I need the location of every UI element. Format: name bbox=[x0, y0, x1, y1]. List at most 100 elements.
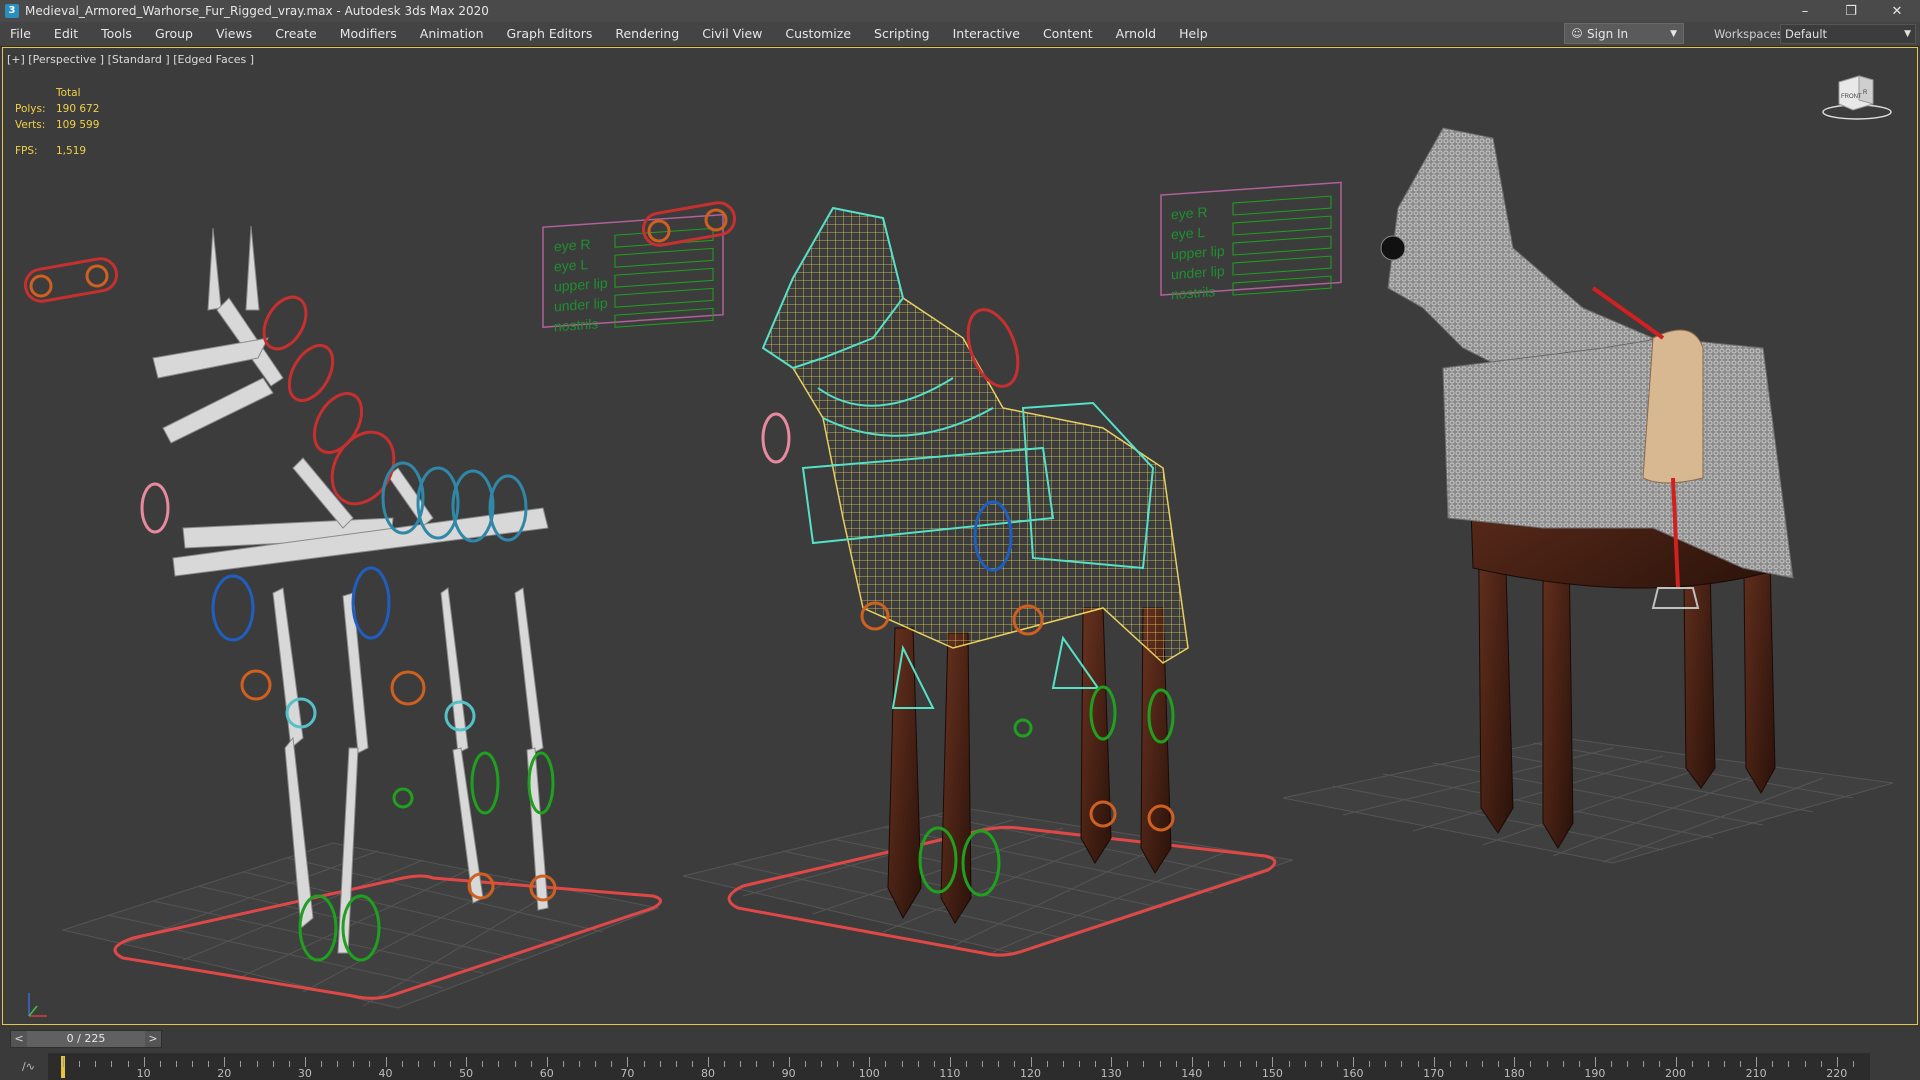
track-label: 90 bbox=[781, 1067, 796, 1080]
face-label-nostrils: nostrils bbox=[554, 315, 598, 334]
time-slider[interactable]: < 0 / 225 > bbox=[10, 1030, 162, 1048]
prev-frame-button[interactable]: < bbox=[11, 1031, 27, 1047]
track-tick bbox=[321, 1061, 322, 1067]
track-label: 20 bbox=[217, 1067, 232, 1080]
track-tick bbox=[1272, 1057, 1274, 1067]
menu-interactive[interactable]: Interactive bbox=[943, 22, 1033, 46]
track-tick bbox=[1530, 1061, 1532, 1067]
track-tick bbox=[1401, 1061, 1403, 1067]
track-tick bbox=[272, 1061, 274, 1067]
menu-help[interactable]: Help bbox=[1169, 22, 1221, 46]
face-panel-left[interactable]: eye R eye L upper lip under lip nostrils bbox=[542, 213, 724, 335]
track-tick bbox=[627, 1057, 629, 1067]
track-tick bbox=[1127, 1061, 1129, 1067]
restore-button[interactable]: ❐ bbox=[1828, 0, 1874, 22]
track-tick bbox=[643, 1061, 645, 1067]
track-tick bbox=[740, 1061, 742, 1067]
viewcube-right-label: R bbox=[1863, 90, 1868, 96]
track-tick bbox=[1385, 1061, 1387, 1067]
menu-scripting[interactable]: Scripting bbox=[864, 22, 943, 46]
track-tick bbox=[1175, 1061, 1177, 1067]
track-tick bbox=[143, 1057, 145, 1067]
track-label: 40 bbox=[378, 1067, 393, 1080]
next-frame-button[interactable]: > bbox=[145, 1031, 161, 1047]
window-controls: – ❐ ✕ bbox=[1782, 0, 1920, 22]
track-label: 10 bbox=[136, 1067, 151, 1080]
track-tick bbox=[1675, 1057, 1677, 1067]
track-tick bbox=[1336, 1061, 1338, 1067]
horse-skeleton-rig[interactable] bbox=[140, 225, 557, 962]
ground-grid-right bbox=[1282, 737, 1894, 864]
track-tick bbox=[788, 1057, 790, 1067]
track-tick bbox=[869, 1057, 871, 1067]
eye-control-left[interactable] bbox=[23, 256, 119, 303]
track-tick bbox=[820, 1061, 822, 1067]
sign-in-button[interactable]: ☺ Sign In ▼ bbox=[1564, 23, 1684, 44]
track-tick bbox=[256, 1061, 258, 1067]
track-tick bbox=[611, 1061, 613, 1067]
track-label: 190 bbox=[1584, 1067, 1606, 1080]
horse-rendered-model[interactable] bbox=[1380, 127, 1794, 849]
track-label: 50 bbox=[459, 1067, 474, 1080]
menu-views[interactable]: Views bbox=[206, 22, 265, 46]
track-tick bbox=[1288, 1061, 1290, 1067]
track-tick bbox=[1304, 1061, 1306, 1067]
track-label: 70 bbox=[620, 1067, 635, 1080]
track-tick bbox=[288, 1061, 290, 1067]
menu-tools[interactable]: Tools bbox=[91, 22, 145, 46]
track-tick bbox=[1578, 1061, 1580, 1067]
face-label-upper-lip: upper lip bbox=[1171, 243, 1225, 263]
menu-animation[interactable]: Animation bbox=[410, 22, 497, 46]
track-tick bbox=[498, 1061, 500, 1067]
track-tick bbox=[1433, 1057, 1435, 1067]
track-tick bbox=[804, 1061, 806, 1067]
track-tick bbox=[933, 1061, 935, 1067]
track-tick bbox=[546, 1057, 548, 1067]
track-tick bbox=[1498, 1061, 1500, 1067]
workspaces-dropdown[interactable]: Default ▼ bbox=[1780, 24, 1916, 44]
face-panel-right[interactable]: eye R eye L upper lip under lip nostrils bbox=[1160, 181, 1342, 302]
track-tick bbox=[1804, 1061, 1806, 1067]
face-label-upper-lip: upper lip bbox=[554, 275, 608, 295]
menu-modifiers[interactable]: Modifiers bbox=[330, 22, 410, 46]
menu-group[interactable]: Group bbox=[145, 22, 206, 46]
track-tick bbox=[1836, 1057, 1838, 1067]
viewcube-front-label: FRONT bbox=[1841, 94, 1862, 100]
chevron-down-icon: ▼ bbox=[1904, 29, 1911, 39]
menu-create[interactable]: Create bbox=[265, 22, 330, 46]
track-tick bbox=[240, 1061, 242, 1067]
track-tick bbox=[450, 1061, 451, 1067]
track-tick bbox=[1159, 1061, 1161, 1067]
time-slider-thumb[interactable]: 0 / 225 bbox=[27, 1031, 145, 1047]
menu-edit[interactable]: Edit bbox=[44, 22, 91, 46]
ground-grid-left bbox=[61, 842, 660, 1009]
track-tick bbox=[772, 1061, 774, 1067]
track-tick bbox=[1465, 1061, 1467, 1067]
menu-file[interactable]: File bbox=[0, 22, 44, 46]
track-tick bbox=[530, 1061, 532, 1067]
close-button[interactable]: ✕ bbox=[1874, 0, 1920, 22]
menu-content[interactable]: Content bbox=[1033, 22, 1106, 46]
track-tick bbox=[1449, 1061, 1451, 1067]
menu-arnold[interactable]: Arnold bbox=[1106, 22, 1169, 46]
track-tick bbox=[1095, 1061, 1096, 1067]
track-tick bbox=[1659, 1061, 1661, 1067]
track-tick bbox=[337, 1061, 339, 1067]
perspective-viewport[interactable]: [+] [Perspective ] [Standard ] [Edged Fa… bbox=[2, 47, 1918, 1025]
track-tick bbox=[1014, 1061, 1016, 1067]
viewcube-icon: FRONT R bbox=[1822, 75, 1892, 120]
menu-civil-view[interactable]: Civil View bbox=[692, 22, 775, 46]
minimize-button[interactable]: – bbox=[1782, 0, 1828, 22]
track-bar[interactable]: 10 20 30 40 50 60 70 80 90 100 110 120 130 140 150 160 1… bbox=[48, 1053, 1870, 1080]
menu-customize[interactable]: Customize bbox=[775, 22, 864, 46]
track-tick bbox=[1046, 1061, 1048, 1067]
menu-graph-editors[interactable]: Graph Editors bbox=[497, 22, 606, 46]
viewcube[interactable]: FRONT R bbox=[1819, 68, 1899, 122]
menu-rendering[interactable]: Rendering bbox=[605, 22, 692, 46]
track-tick bbox=[1030, 1057, 1032, 1067]
track-tick bbox=[1627, 1061, 1629, 1067]
window-title: Medieval_Armored_Warhorse_Fur_Rigged_vra… bbox=[25, 4, 489, 18]
track-tick bbox=[192, 1061, 193, 1067]
mini-curve-editor-icon[interactable]: ∕∿ bbox=[22, 1060, 35, 1073]
track-label: 110 bbox=[939, 1067, 961, 1080]
